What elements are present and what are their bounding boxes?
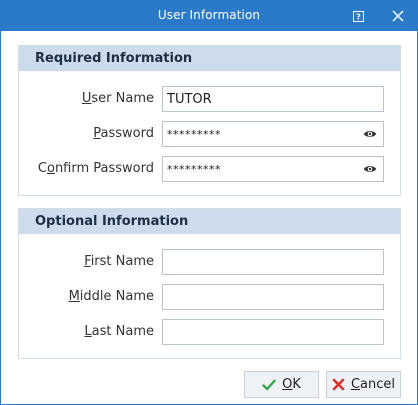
optional-information-header: Optional Information [19,209,400,234]
x-icon [332,378,345,391]
confirm-password-reveal-button[interactable] [362,161,378,177]
confirm-password-hotkey: o [46,161,55,176]
last-name-label: Last Name [84,324,154,339]
last-name-label-rest: ast Name [91,324,154,339]
cancel-button[interactable]: Cancel [326,371,401,398]
last-name-input[interactable] [162,319,384,345]
middle-name-label-rest: iddle Name [79,289,154,304]
optional-information-group: Optional Information First Name Middle N… [18,208,401,359]
user-name-label: User Name [82,91,154,106]
confirm-password-label-pre: C [37,161,47,176]
middle-name-input[interactable] [162,284,384,310]
password-input[interactable] [162,121,384,147]
confirm-password-label-rest: nfirm Password [54,161,154,176]
eye-icon [363,131,377,137]
password-row: Password [19,121,400,147]
user-name-row: User Name [19,86,400,112]
first-name-row: First Name [19,249,400,275]
last-name-hotkey: L [84,324,92,339]
password-reveal-button[interactable] [362,126,378,142]
cancel-label-rest: ancel [360,377,396,392]
required-information-group: Required Information User Name Password … [18,45,401,196]
help-glyph: ? [356,12,361,21]
user-name-hotkey: U [81,91,92,106]
cancel-button-label: Cancel [351,377,395,392]
ok-hotkey: O [282,377,293,392]
first-name-input[interactable] [162,249,384,275]
confirm-password-label: Confirm Password [38,161,154,176]
last-name-row: Last Name [19,319,400,345]
password-label-rest: assword [100,126,154,141]
middle-name-label: Middle Name [69,289,154,304]
password-label: Password [93,126,154,141]
cancel-hotkey: C [350,377,361,392]
user-information-dialog: User Information ? Required Information … [0,0,418,405]
required-information-header: Required Information [19,46,400,71]
first-name-label: First Name [84,254,154,269]
middle-name-hotkey: M [68,289,80,304]
ok-label-rest: K [292,377,301,392]
confirm-password-row: Confirm Password [19,156,400,182]
middle-name-row: Middle Name [19,284,400,310]
user-name-label-rest: ser Name [91,91,154,106]
help-button[interactable]: ? [348,6,368,26]
confirm-password-input[interactable] [162,156,384,182]
close-icon [392,10,404,22]
close-button[interactable] [388,6,408,26]
password-hotkey: P [93,126,101,141]
eye-icon [363,166,377,172]
help-icon: ? [352,10,364,22]
ok-button-label: OK [282,377,301,392]
ok-button[interactable]: OK [244,371,319,398]
check-icon [262,379,276,390]
title-bar[interactable]: User Information ? [1,1,417,31]
first-name-label-rest: irst Name [90,254,154,269]
user-name-input[interactable] [162,86,384,112]
